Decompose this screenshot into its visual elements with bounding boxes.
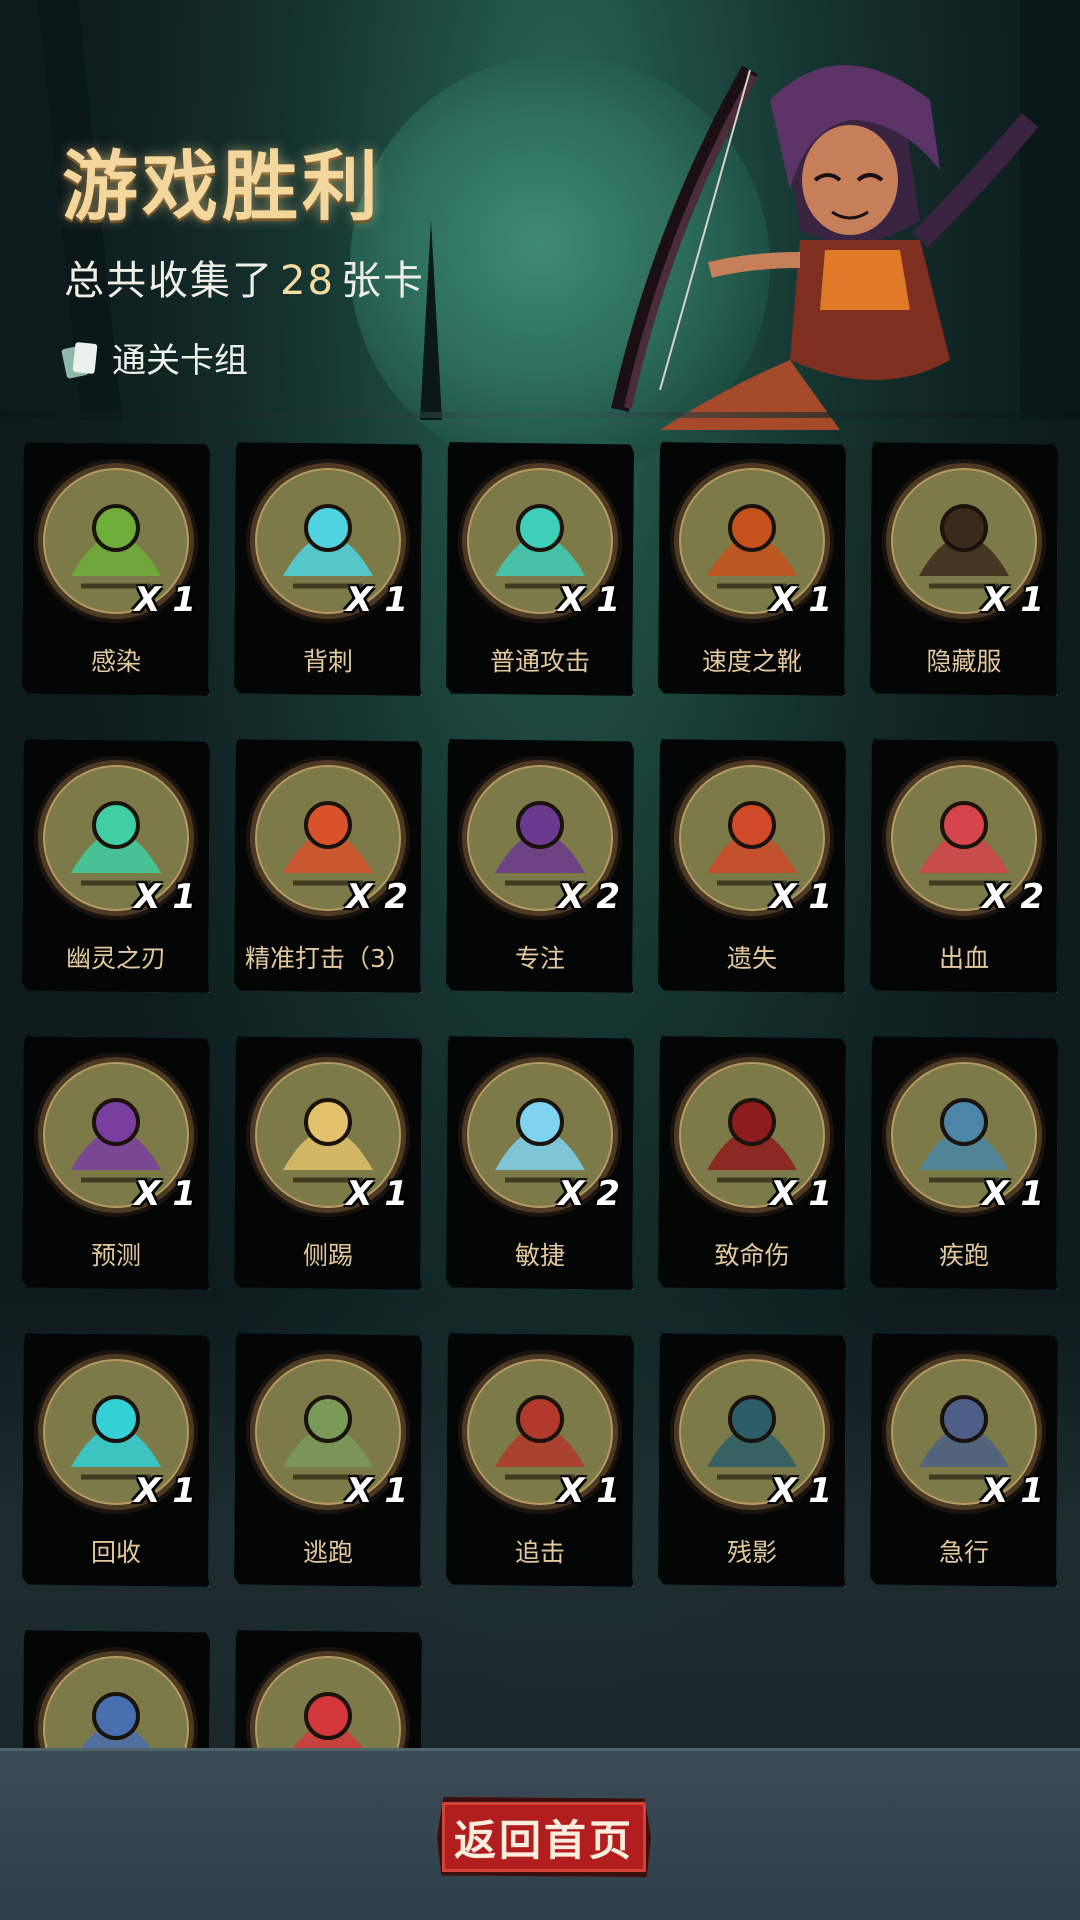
card-name: 预测 (90, 1241, 141, 1270)
card-quantity: X 1 (558, 580, 620, 620)
card-quantity: X 1 (134, 580, 196, 620)
card-grid: X 1 感染 X 1 背刺 X 1 普通攻击 X 1 速度之靴 X 1 隐藏服 X 1 幽灵之刃 X 2… (0, 418, 1080, 1748)
goblin-icon (31, 1644, 201, 1748)
card-16[interactable]: X 1 回收 (22, 1333, 210, 1587)
card-19[interactable]: X 1 残影 (658, 1333, 846, 1587)
hero-character (600, 30, 1060, 430)
card-quantity: X 1 (134, 1471, 196, 1511)
card-name: 专注 (514, 944, 565, 973)
card-name: 追击 (514, 1538, 565, 1567)
card-quantity: X 2 (558, 877, 620, 917)
collected-count: 28 (280, 258, 335, 304)
card-quantity: X 1 (982, 580, 1044, 620)
card-name: 精准打击（3） (245, 944, 411, 973)
card-9[interactable]: X 1 遗失 (658, 739, 846, 993)
card-13[interactable]: X 2 敏捷 (446, 1036, 634, 1290)
summary-prefix: 总共收集了 (64, 258, 274, 304)
card-name: 速度之靴 (701, 647, 802, 676)
card-17[interactable]: X 1 逃跑 (234, 1333, 422, 1587)
card-name: 敏捷 (514, 1241, 565, 1270)
card-name: 幽灵之刃 (65, 944, 166, 973)
card-quantity: X 2 (982, 877, 1044, 917)
card-name: 回收 (90, 1538, 141, 1567)
card-22[interactable] (234, 1630, 422, 1748)
card-quantity: X 1 (982, 1174, 1044, 1214)
card-quantity: X 1 (558, 1471, 620, 1511)
clear-deck-label: 通关卡组 (112, 341, 248, 381)
card-6[interactable]: X 1 幽灵之刃 (22, 739, 210, 993)
card-name: 残影 (726, 1538, 777, 1567)
card-quantity: X 2 (346, 877, 408, 917)
card-quantity: X 1 (346, 1471, 408, 1511)
card-name: 疾跑 (938, 1241, 989, 1270)
card-quantity: X 2 (558, 1174, 620, 1214)
card-name: 隐藏服 (926, 647, 1002, 676)
card-quantity: X 1 (770, 877, 832, 917)
card-name: 背刺 (302, 647, 353, 676)
card-name: 致命伤 (714, 1241, 790, 1270)
card-quantity: X 1 (134, 1174, 196, 1214)
cards-collected-summary: 总共收集了 28 张卡 (64, 248, 425, 306)
card-name: 急行 (938, 1538, 989, 1567)
card-12[interactable]: X 1 侧踢 (234, 1036, 422, 1290)
card-quantity: X 1 (346, 1174, 408, 1214)
card-quantity: X 1 (346, 580, 408, 620)
hooded-archer-illustration (611, 65, 1039, 430)
card-1[interactable]: X 1 感染 (22, 442, 210, 696)
card-name: 普通攻击 (489, 647, 590, 676)
card-stack-icon (61, 341, 98, 378)
clear-deck-tab[interactable]: 通关卡组 (60, 333, 248, 382)
card-name: 逃跑 (302, 1538, 353, 1567)
card-5[interactable]: X 1 隐藏服 (870, 442, 1058, 696)
card-4[interactable]: X 1 速度之靴 (658, 442, 846, 696)
victory-title: 游戏胜利 (62, 142, 382, 231)
summary-suffix: 张卡 (340, 258, 425, 304)
card-name: 感染 (90, 647, 141, 676)
card-name: 侧踢 (302, 1241, 353, 1270)
card-8[interactable]: X 2 专注 (446, 739, 634, 993)
card-2[interactable]: X 1 背刺 (234, 442, 422, 696)
card-quantity: X 1 (770, 580, 832, 620)
card-18[interactable]: X 1 追击 (446, 1333, 634, 1587)
card-quantity: X 1 (770, 1174, 832, 1214)
return-home-button[interactable]: 返回首页 (437, 1797, 651, 1877)
card-quantity: X 1 (982, 1471, 1044, 1511)
card-quantity: X 1 (770, 1471, 832, 1511)
card-21[interactable] (22, 1630, 210, 1748)
card-quantity: X 1 (134, 877, 196, 917)
card-3[interactable]: X 1 普通攻击 (446, 442, 634, 696)
card-name: 遗失 (726, 944, 777, 973)
heart-cross-icon (243, 1644, 413, 1748)
card-20[interactable]: X 1 急行 (870, 1333, 1058, 1587)
card-14[interactable]: X 1 致命伤 (658, 1036, 846, 1290)
card-15[interactable]: X 1 疾跑 (870, 1036, 1058, 1290)
card-name: 出血 (938, 944, 989, 973)
card-7[interactable]: X 2 精准打击（3） (234, 739, 422, 993)
card-10[interactable]: X 2 出血 (870, 739, 1058, 993)
card-11[interactable]: X 1 预测 (22, 1036, 210, 1290)
